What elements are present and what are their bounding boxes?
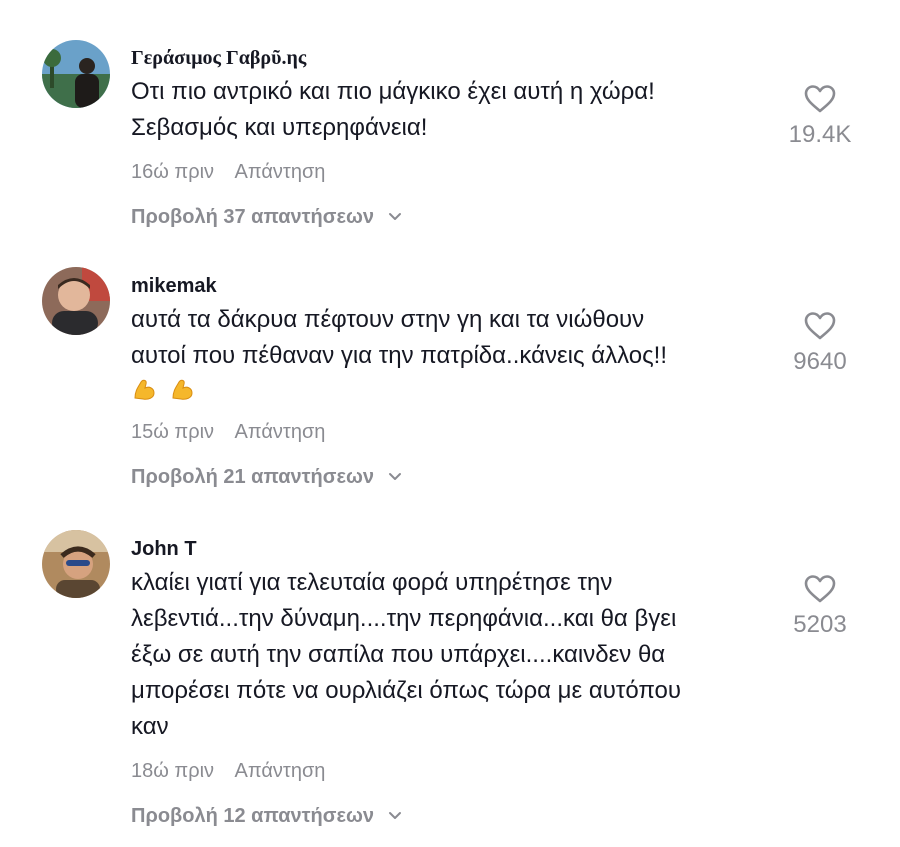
comment-time: 18ώ πριν: [131, 760, 215, 782]
comment-time: 16ώ πριν: [131, 161, 215, 183]
reply-button[interactable]: Απάντηση: [235, 161, 326, 183]
like-count: 19.4K: [788, 121, 852, 148]
like-area: 19.4K: [780, 84, 860, 150]
view-replies-label: Προβολή 12 απαντήσεων: [131, 805, 374, 827]
view-replies-button[interactable]: Προβολή 37 απαντήσεων: [131, 205, 402, 229]
comment-meta: 18ώ πριν Απάντηση: [131, 759, 761, 783]
avatar[interactable]: [42, 530, 110, 598]
chevron-down-icon: [388, 812, 401, 819]
flexed-biceps-icon: [172, 379, 193, 400]
comment-meta: 15ώ πριν Απάντηση: [131, 420, 761, 444]
flexed-biceps-icon: [134, 379, 155, 400]
like-count: 9640: [793, 348, 847, 375]
avatar[interactable]: [42, 40, 110, 108]
view-replies-label: Προβολή 21 απαντήσεων: [131, 466, 374, 488]
like-area: 5203: [780, 574, 860, 640]
comment-text: κλαίει γιατί για τελευταία φορά υπηρέτησ…: [131, 569, 682, 740]
reply-button[interactable]: Απάντηση: [235, 760, 326, 782]
comment-time: 15ώ πριν: [131, 421, 215, 443]
view-replies-button[interactable]: Προβολή 21 απαντήσεων: [131, 465, 402, 489]
avatar[interactable]: [42, 267, 110, 335]
view-replies-label: Προβολή 37 απαντήσεων: [131, 206, 374, 228]
comment-username[interactable]: mikemak: [131, 274, 761, 298]
chevron-down-icon: [388, 473, 401, 480]
heart-icon[interactable]: [804, 311, 836, 341]
comment-list: Γεράσιμος Γαβρῦ.ης Οτι πιο αντρικό και π…: [0, 0, 900, 847]
comment-text: Οτι πιο αντρικό και πιο μάγκικο έχει αυτ…: [131, 78, 655, 141]
comment-text: αυτά τα δάκρυα πέφτουν στην γη και τα νι…: [131, 306, 667, 369]
emoji-line: [131, 376, 761, 412]
like-area: 9640: [780, 311, 860, 377]
comment-username[interactable]: Γεράσιμος Γαβρῦ.ης: [131, 46, 761, 70]
comment-meta: 16ώ πριν Απάντηση: [131, 160, 761, 184]
view-replies-button[interactable]: Προβολή 12 απαντήσεων: [131, 804, 402, 828]
comment-username[interactable]: John T: [131, 537, 761, 561]
heart-icon[interactable]: [804, 84, 836, 114]
like-count: 5203: [793, 611, 847, 638]
heart-icon[interactable]: [804, 574, 836, 604]
reply-button[interactable]: Απάντηση: [235, 421, 326, 443]
chevron-down-icon: [388, 213, 401, 220]
